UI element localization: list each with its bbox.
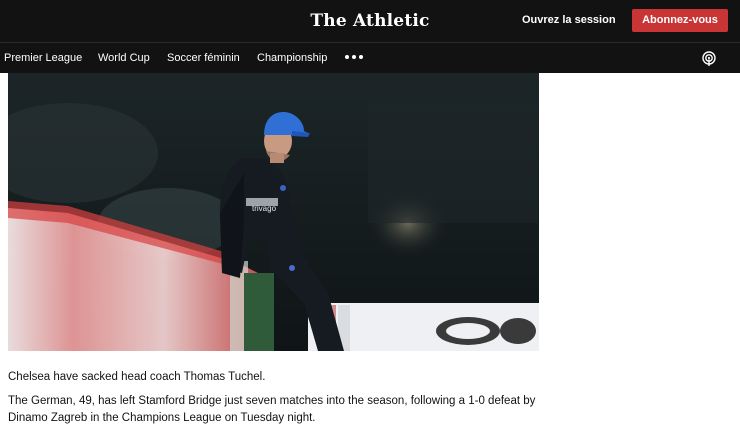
- nav-item-championship[interactable]: Championship: [257, 52, 327, 64]
- top-header: The Athletic Ouvrez la session Abonnez-v…: [0, 0, 740, 43]
- login-link[interactable]: Ouvrez la session: [522, 14, 616, 26]
- category-nav: Premier League World Cup Soccer féminin …: [0, 43, 740, 73]
- nav-item-world-cup[interactable]: World Cup: [98, 52, 150, 64]
- nav-item-soccer-feminin[interactable]: Soccer féminin: [167, 52, 240, 64]
- tuchel-photo-illustration: trivago: [8, 73, 539, 351]
- more-dots-icon[interactable]: [344, 55, 366, 61]
- brand-logo[interactable]: The Athletic: [0, 11, 740, 31]
- article-lead: Chelsea have sacked head coach Thomas Tu…: [8, 371, 266, 383]
- subscribe-button[interactable]: Abonnez-vous: [632, 9, 728, 32]
- shirt-sponsor-label: trivago: [252, 204, 277, 213]
- podcast-icon[interactable]: [701, 51, 717, 67]
- article-body: The German, 49, has left Stamford Bridge…: [8, 395, 536, 424]
- article-photo: trivago: [8, 73, 539, 351]
- nav-item-premier-league[interactable]: Premier League: [4, 52, 82, 64]
